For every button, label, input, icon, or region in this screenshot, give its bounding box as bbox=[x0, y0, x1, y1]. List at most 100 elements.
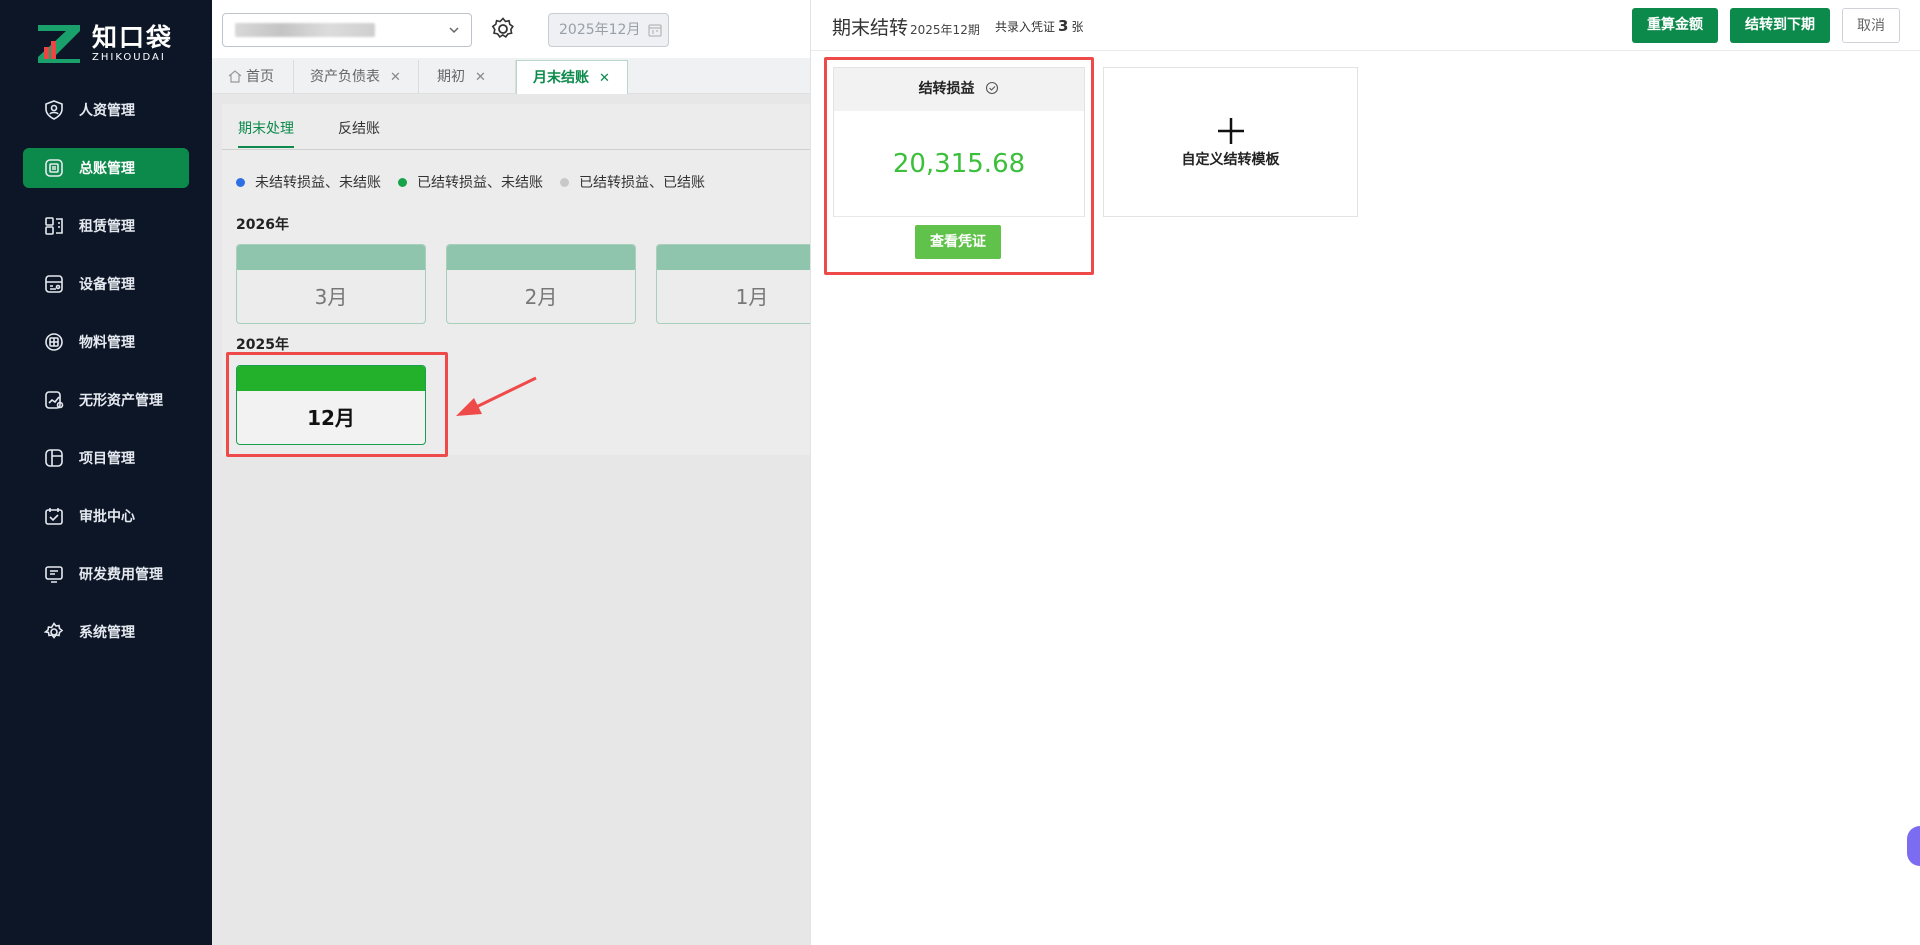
close-icon[interactable]: ✕ bbox=[599, 71, 610, 86]
legend-item: 已结转损益、已结账 bbox=[560, 172, 705, 192]
tab-label: 期初 bbox=[437, 69, 465, 85]
sidebar-item-label: 项目管理 bbox=[79, 451, 135, 467]
voucher-count-suffix: 张 bbox=[1071, 20, 1084, 34]
sidebar-item-device[interactable]: 设备管理 bbox=[23, 264, 189, 304]
subtab-reverse-close[interactable]: 反结账 bbox=[338, 118, 380, 138]
sidebar-item-label: 人资管理 bbox=[79, 103, 135, 119]
sidebar-item-ledger[interactable]: 总账管理 bbox=[23, 148, 189, 188]
voucher-count-prefix: 共录入凭证 bbox=[995, 20, 1056, 34]
chat-widget-icon[interactable] bbox=[1907, 826, 1920, 866]
month-label: 2月 bbox=[524, 285, 558, 309]
project-icon bbox=[43, 447, 65, 469]
gear-icon bbox=[43, 621, 65, 643]
page-tabs: 首页 资产负债表 ✕ 期初 ✕ 月末结账 ✕ bbox=[212, 58, 810, 94]
sidebar-item-label: 审批中心 bbox=[79, 509, 135, 525]
view-voucher-button[interactable]: 查看凭证 bbox=[915, 225, 1001, 259]
custom-template-card[interactable]: 自定义结转模板 bbox=[1103, 67, 1358, 217]
status-legend: 未结转损益、未结账 已结转损益、未结账 已结转损益、已结账 bbox=[236, 172, 722, 192]
recalculate-amount-button[interactable]: 重算金额 bbox=[1632, 8, 1718, 43]
company-name-redacted bbox=[235, 23, 375, 37]
tab-month-end-close[interactable]: 月末结账 ✕ bbox=[516, 60, 628, 94]
sidebar-item-lease[interactable]: 租赁管理 bbox=[23, 206, 189, 246]
sidebar-item-label: 物料管理 bbox=[79, 335, 135, 351]
main-area: 2025年12月 首页 资产负债表 ✕ 期初 ✕ 月末结账 ✕ 期末处理 反结账 未结… bbox=[212, 0, 810, 945]
close-icon[interactable]: ✕ bbox=[475, 70, 486, 85]
month-card[interactable]: 1月 bbox=[656, 244, 810, 324]
home-icon bbox=[228, 62, 242, 83]
plus-icon bbox=[1218, 118, 1244, 144]
sidebar: 知口袋 ZHIKOUDAI 人资管理 总账管理 租赁管理 设备管理 物料管理 无… bbox=[0, 0, 212, 945]
drawer-title: 期末结转 2025年12期 bbox=[832, 13, 980, 40]
month-card[interactable]: 3月 bbox=[236, 244, 426, 324]
month-label: 3月 bbox=[314, 285, 348, 309]
close-icon[interactable]: ✕ bbox=[390, 70, 401, 85]
box-icon bbox=[43, 331, 65, 353]
calendar-icon bbox=[648, 24, 662, 37]
sidebar-item-project[interactable]: 项目管理 bbox=[23, 438, 189, 478]
check-circle-icon bbox=[986, 81, 999, 95]
sidebar-nav: 人资管理 总账管理 租赁管理 设备管理 物料管理 无形资产管理 项目管理 审批中… bbox=[23, 90, 189, 670]
sub-tabs: 期末处理 反结账 bbox=[222, 104, 810, 150]
drawer-title-text: 期末结转 bbox=[832, 17, 909, 39]
tab-home[interactable]: 首页 bbox=[212, 60, 294, 94]
sidebar-item-approval[interactable]: 审批中心 bbox=[23, 496, 189, 536]
ledger-icon bbox=[43, 157, 65, 179]
device-icon bbox=[43, 273, 65, 295]
company-select[interactable] bbox=[222, 13, 472, 47]
chart-icon bbox=[43, 389, 65, 411]
month-label: 1月 bbox=[735, 285, 769, 309]
brand-logo[interactable]: 知口袋 ZHIKOUDAI bbox=[36, 22, 186, 66]
sidebar-item-material[interactable]: 物料管理 bbox=[23, 322, 189, 362]
legend-item: 已结转损益、未结账 bbox=[398, 172, 543, 192]
tab-label: 资产负债表 bbox=[310, 69, 380, 85]
calendar-check-icon bbox=[43, 505, 65, 527]
sidebar-item-label: 无形资产管理 bbox=[79, 393, 163, 409]
tab-label: 首页 bbox=[246, 69, 274, 85]
legend-dot bbox=[560, 177, 569, 187]
screen-icon bbox=[43, 563, 65, 585]
year-label: 2026年 bbox=[236, 217, 289, 233]
voucher-count-number: 3 bbox=[1058, 17, 1069, 35]
user-shield-icon bbox=[43, 99, 65, 121]
logo-mark-icon bbox=[36, 23, 82, 65]
period-date-value: 2025年12月 bbox=[559, 22, 641, 38]
sidebar-item-label: 系统管理 bbox=[79, 625, 135, 641]
sidebar-item-rnd[interactable]: 研发费用管理 bbox=[23, 554, 189, 594]
legend-dot bbox=[236, 177, 245, 187]
cancel-button[interactable]: 取消 bbox=[1842, 8, 1900, 43]
month-card[interactable]: 2月 bbox=[446, 244, 636, 324]
settings-gear-icon[interactable] bbox=[490, 16, 516, 42]
legend-label: 未结转损益、未结账 bbox=[255, 175, 381, 191]
sidebar-item-label: 设备管理 bbox=[79, 277, 135, 293]
legend-item: 未结转损益、未结账 bbox=[236, 172, 381, 192]
voucher-count: 共录入凭证 3 张 bbox=[995, 17, 1083, 35]
sidebar-item-intangible[interactable]: 无形资产管理 bbox=[23, 380, 189, 420]
sidebar-item-system[interactable]: 系统管理 bbox=[23, 612, 189, 652]
sidebar-item-label: 租赁管理 bbox=[79, 219, 135, 235]
carry-forward-next-period-button[interactable]: 结转到下期 bbox=[1730, 8, 1830, 43]
custom-template-label: 自定义结转模板 bbox=[1181, 152, 1280, 168]
card-header: 结转损益 bbox=[834, 68, 1084, 111]
top-bar: 2025年12月 bbox=[212, 0, 810, 58]
chevron-down-icon bbox=[449, 27, 459, 34]
legend-label: 已结转损益、未结账 bbox=[417, 175, 543, 191]
brand-name-en: ZHIKOUDAI bbox=[92, 52, 166, 63]
drawer-header: 期末结转 2025年12期 共录入凭证 3 张 重算金额 结转到下期 取消 bbox=[811, 0, 1920, 51]
sidebar-item-label: 研发费用管理 bbox=[79, 567, 163, 583]
profit-loss-carryover-card: 结转损益 20,315.68 bbox=[833, 67, 1085, 217]
drawer-period: 2025年12期 bbox=[910, 23, 980, 37]
tab-label: 月末结账 bbox=[533, 70, 589, 86]
sidebar-item-hr[interactable]: 人资管理 bbox=[23, 90, 189, 130]
tab-opening[interactable]: 期初 ✕ bbox=[419, 60, 516, 94]
legend-dot bbox=[398, 177, 407, 187]
legend-label: 已结转损益、已结账 bbox=[579, 175, 705, 191]
tab-balance-sheet[interactable]: 资产负债表 ✕ bbox=[294, 60, 419, 94]
period-end-carryover-drawer: 期末结转 2025年12期 共录入凭证 3 张 重算金额 结转到下期 取消 结转损益 … bbox=[810, 0, 1920, 945]
carryover-amount: 20,315.68 bbox=[892, 149, 1026, 179]
annotation-arrow-icon bbox=[456, 376, 537, 416]
lease-icon bbox=[43, 215, 65, 237]
period-date-input[interactable]: 2025年12月 bbox=[548, 13, 669, 47]
highlight-box bbox=[226, 352, 448, 457]
subtab-period-end[interactable]: 期末处理 bbox=[238, 118, 294, 148]
year-label: 2025年 bbox=[236, 337, 289, 353]
